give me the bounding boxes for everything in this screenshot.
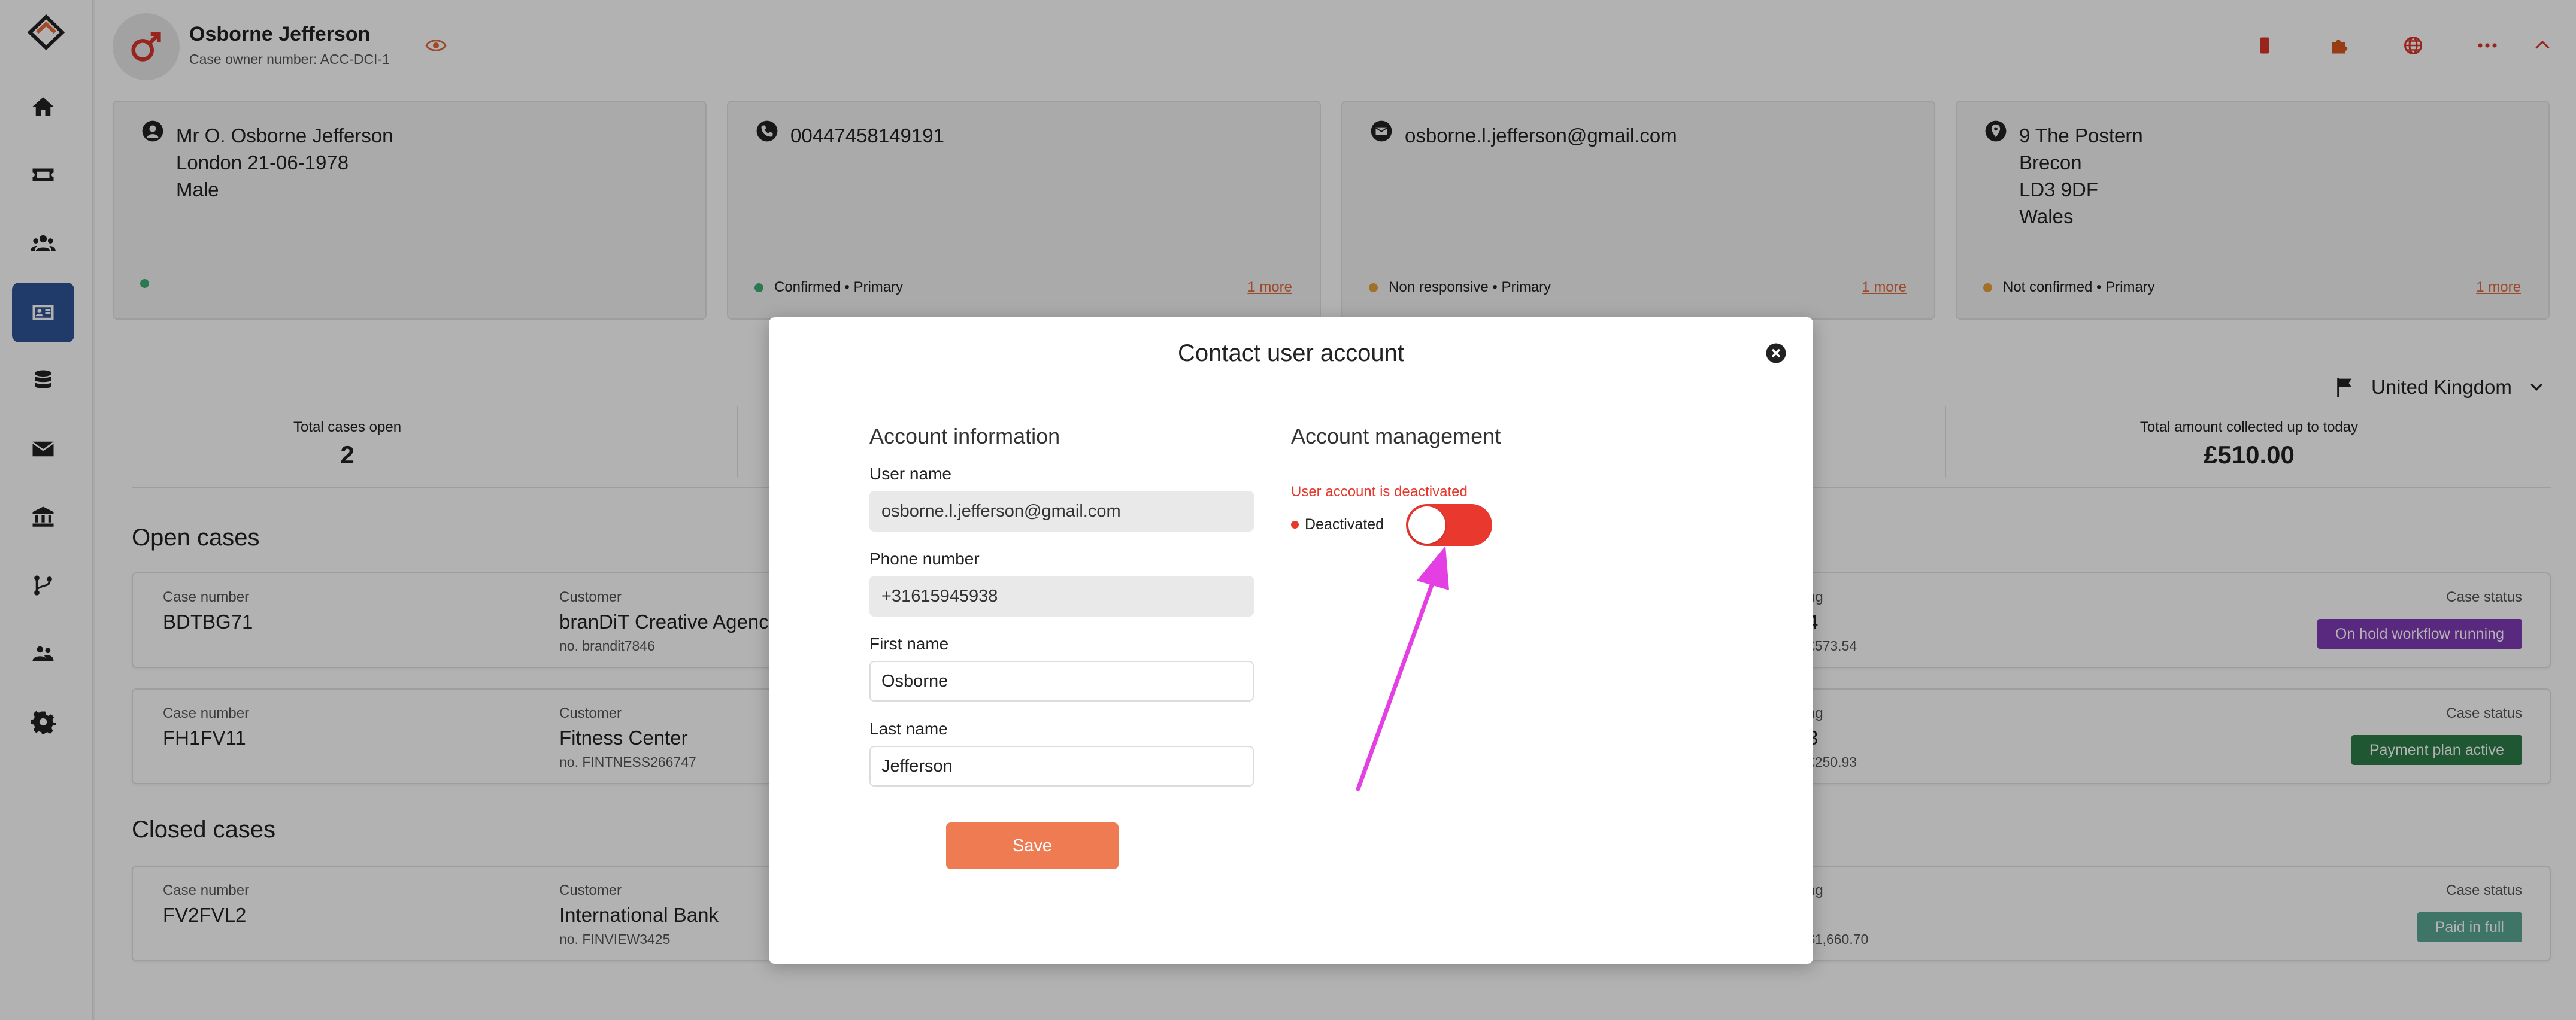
close-icon[interactable] xyxy=(1765,342,1787,364)
first-name-label: First name xyxy=(869,635,949,653)
phone-number-field[interactable] xyxy=(869,576,1254,617)
account-information-heading: Account information xyxy=(869,424,1060,448)
username-label: User name xyxy=(869,465,951,483)
first-name-field[interactable] xyxy=(869,661,1254,702)
toggle-knob xyxy=(1408,506,1445,544)
deactivated-label-text: Deactivated xyxy=(1305,516,1384,533)
deactivated-message: User account is deactivated xyxy=(1291,484,1468,500)
username-field[interactable] xyxy=(869,491,1254,532)
account-management-heading: Account management xyxy=(1291,424,1501,448)
phone-number-label: Phone number xyxy=(869,550,980,568)
account-state-label: Deactivated xyxy=(1291,516,1384,533)
last-name-label: Last name xyxy=(869,720,948,738)
account-active-toggle[interactable] xyxy=(1406,504,1492,546)
contact-user-account-modal: Contact user account Account information… xyxy=(769,317,1813,964)
save-button[interactable]: Save xyxy=(946,822,1119,869)
modal-title: Contact user account xyxy=(1178,340,1404,366)
last-name-field[interactable] xyxy=(869,746,1254,787)
status-dot xyxy=(1291,521,1299,529)
